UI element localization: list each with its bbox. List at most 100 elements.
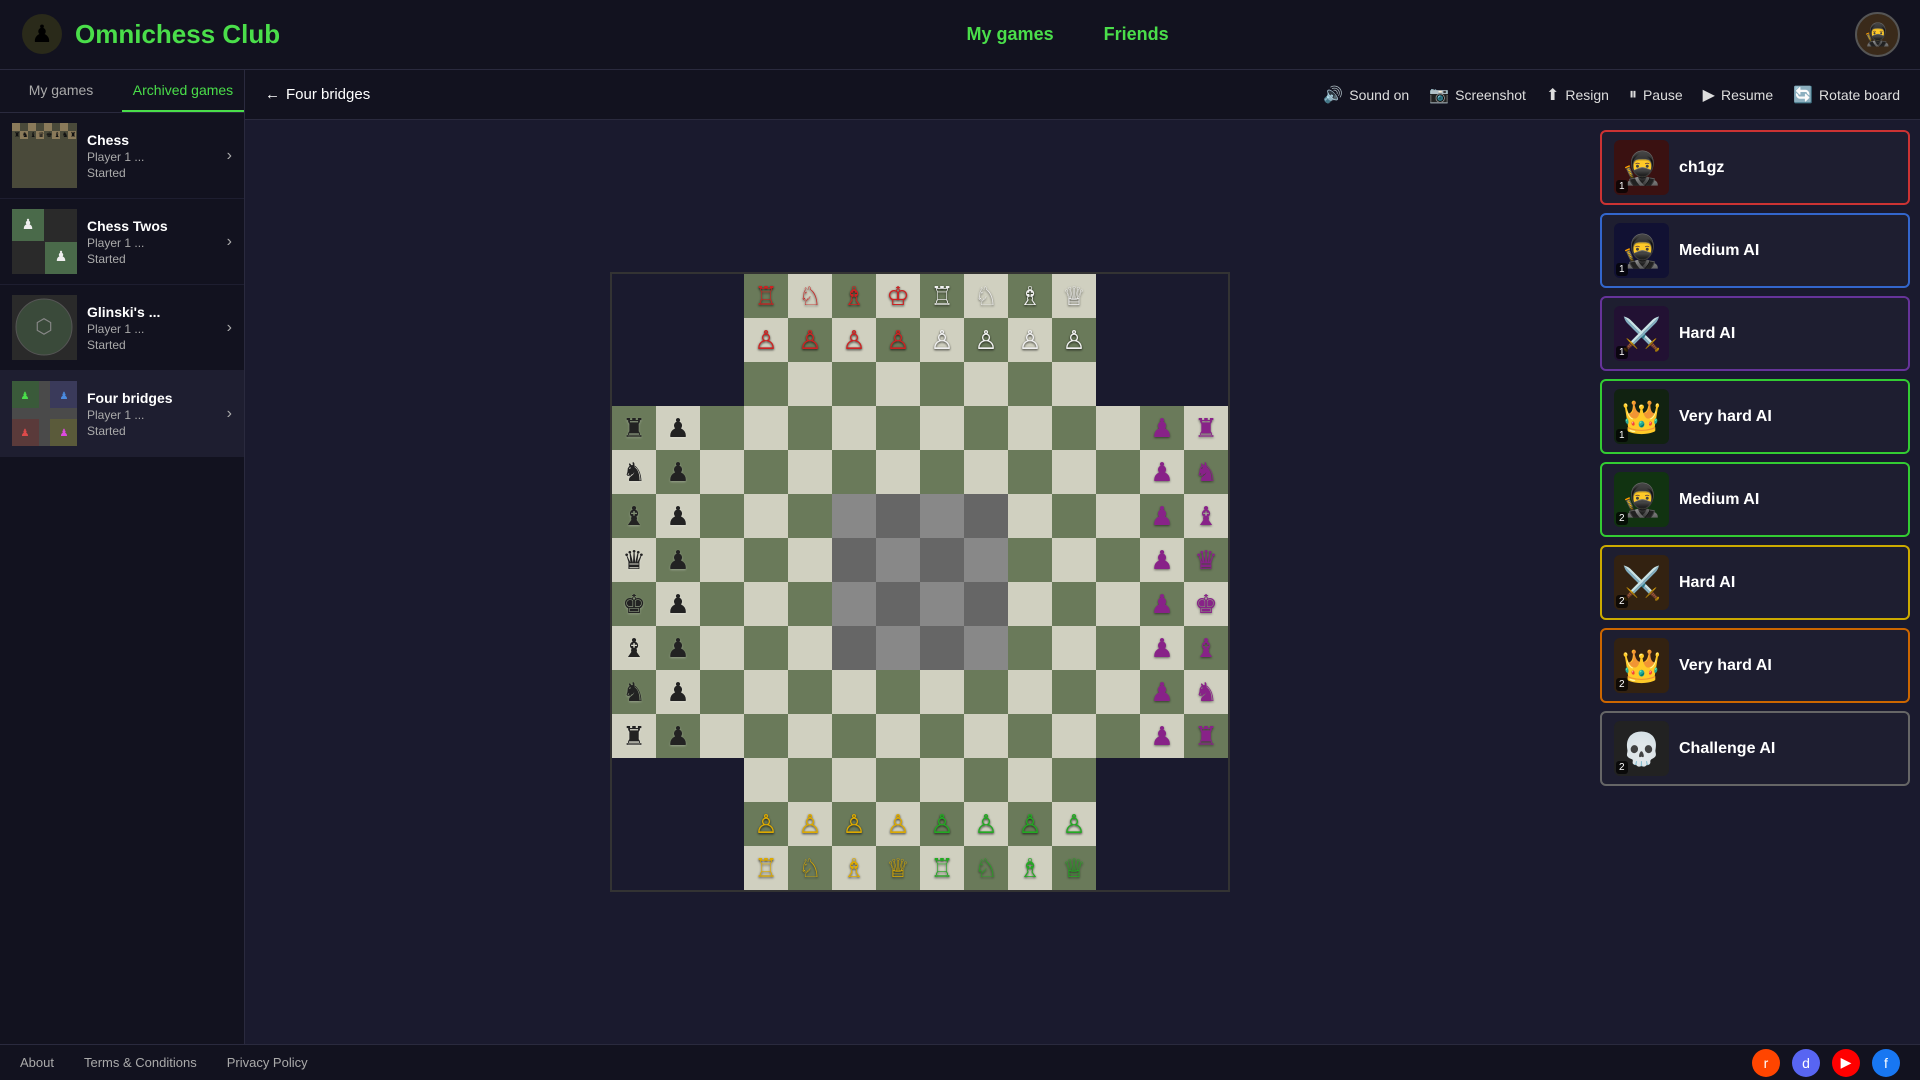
board-cell[interactable] [1052,494,1096,538]
board-cell[interactable]: ♗ [1008,274,1052,318]
board-cell[interactable] [700,318,744,362]
reddit-icon[interactable]: r [1752,1049,1780,1077]
board-cell[interactable] [920,362,964,406]
board-cell[interactable] [1096,450,1140,494]
board-cell[interactable] [656,758,700,802]
board-cell[interactable]: ♙ [920,318,964,362]
board-cell[interactable] [832,758,876,802]
board-cell[interactable]: ♙ [832,318,876,362]
board-cell[interactable]: ♘ [788,846,832,890]
board-cell[interactable] [700,582,744,626]
footer-about[interactable]: About [20,1055,54,1070]
board-cell[interactable]: ♗ [1008,846,1052,890]
board-cell[interactable]: ♖ [744,846,788,890]
board-cell[interactable] [744,670,788,714]
board-cell[interactable] [1184,758,1228,802]
board-cell[interactable] [876,758,920,802]
board-cell[interactable] [612,846,656,890]
tab-archived-games[interactable]: Archived games [122,70,244,112]
board-cell[interactable]: ♟ [1140,582,1184,626]
youtube-icon[interactable]: ▶ [1832,1049,1860,1077]
board-cell[interactable] [832,626,876,670]
board-cell[interactable] [876,626,920,670]
board-cell[interactable]: ♘ [964,846,1008,890]
board-cell[interactable] [744,538,788,582]
board-cell[interactable] [1008,538,1052,582]
board-cell[interactable] [920,406,964,450]
board-cell[interactable]: ♝ [1184,494,1228,538]
board-cell[interactable] [876,582,920,626]
board-cell[interactable]: ♙ [1008,318,1052,362]
nav-my-games[interactable]: My games [967,24,1054,45]
board-cell[interactable] [1096,406,1140,450]
board-cell[interactable] [788,758,832,802]
board-cell[interactable] [1008,714,1052,758]
board-cell[interactable] [1052,450,1096,494]
board-cell[interactable] [788,450,832,494]
board-cell[interactable]: ♗ [832,274,876,318]
board-cell[interactable] [700,538,744,582]
board-cell[interactable] [832,406,876,450]
board-cell[interactable] [1096,362,1140,406]
board-cell[interactable] [1096,274,1140,318]
board-cell[interactable] [920,450,964,494]
board-cell[interactable] [964,406,1008,450]
board-cell[interactable] [964,626,1008,670]
board-cell[interactable]: ♝ [1184,626,1228,670]
board-cell[interactable] [1096,582,1140,626]
board-cell[interactable] [1096,494,1140,538]
board-cell[interactable]: ♗ [832,846,876,890]
nav-friends[interactable]: Friends [1104,24,1169,45]
board-cell[interactable]: ♟ [656,582,700,626]
board-cell[interactable]: ♘ [964,274,1008,318]
board-cell[interactable]: ♟ [1140,714,1184,758]
board-cell[interactable] [920,714,964,758]
board-cell[interactable]: ♟ [656,450,700,494]
board-cell[interactable] [1096,714,1140,758]
board-cell[interactable] [920,582,964,626]
board-cell[interactable] [1096,758,1140,802]
board-cell[interactable]: ♕ [1052,274,1096,318]
board-cell[interactable] [1008,406,1052,450]
board-cell[interactable] [612,318,656,362]
board-cell[interactable] [1184,318,1228,362]
board-cell[interactable]: ♙ [1052,802,1096,846]
board-cell[interactable]: ♝ [612,626,656,670]
board-cell[interactable]: ♔ [876,274,920,318]
board-cell[interactable] [744,450,788,494]
board-cell[interactable] [1008,582,1052,626]
board-cell[interactable]: ♘ [788,274,832,318]
board-cell[interactable]: ♟ [1140,626,1184,670]
facebook-icon[interactable]: f [1872,1049,1900,1077]
board-cell[interactable] [1008,626,1052,670]
board-cell[interactable]: ♟ [656,714,700,758]
board-cell[interactable]: ♙ [832,802,876,846]
board-cell[interactable]: ♖ [920,846,964,890]
board-cell[interactable] [788,362,832,406]
board-cell[interactable] [1096,670,1140,714]
board-cell[interactable] [876,714,920,758]
board-cell[interactable]: ♖ [744,274,788,318]
board-cell[interactable] [1008,758,1052,802]
board-cell[interactable] [1096,538,1140,582]
board-cell[interactable] [700,758,744,802]
board-cell[interactable]: ♙ [1008,802,1052,846]
board-cell[interactable] [876,406,920,450]
board-cell[interactable]: ♞ [612,670,656,714]
board-cell[interactable] [1140,802,1184,846]
board-cell[interactable] [612,758,656,802]
board-cell[interactable] [700,714,744,758]
board-cell[interactable] [1096,802,1140,846]
board-cell[interactable] [744,714,788,758]
board-cell[interactable] [700,626,744,670]
board-cell[interactable] [920,626,964,670]
board-cell[interactable] [700,802,744,846]
board-cell[interactable] [788,582,832,626]
board-cell[interactable]: ♙ [876,318,920,362]
board-cell[interactable] [1096,846,1140,890]
board-cell[interactable] [1140,318,1184,362]
board-cell[interactable]: ♙ [788,802,832,846]
discord-icon[interactable]: d [1792,1049,1820,1077]
board-cell[interactable]: ♛ [612,538,656,582]
board-cell[interactable] [612,362,656,406]
